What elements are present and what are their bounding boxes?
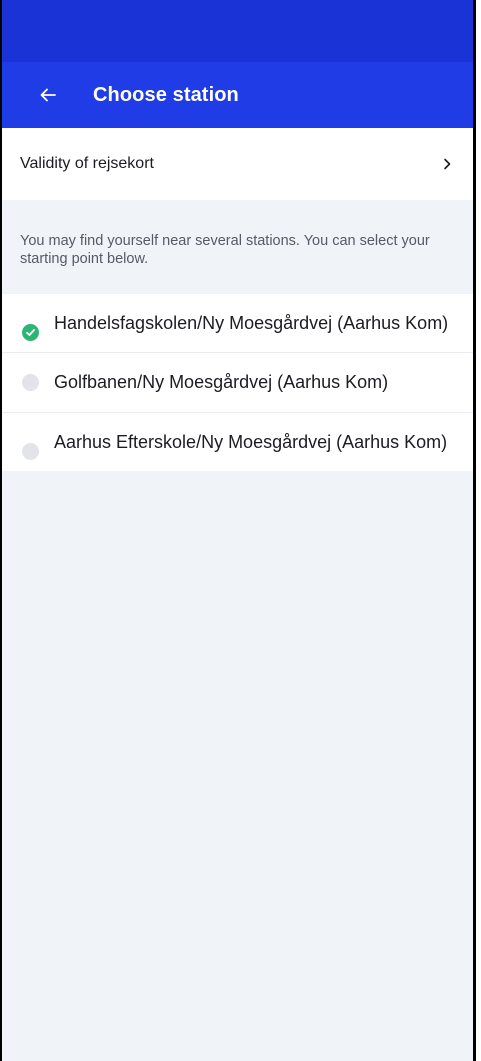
- station-name: Handelsfagskolen/Ny Moesgårdvej (Aarhus …: [54, 313, 449, 333]
- back-button[interactable]: [30, 77, 66, 113]
- validity-of-rejsekort-row[interactable]: Validity of rejsekort: [2, 128, 473, 200]
- radio-unselected-icon[interactable]: [22, 443, 39, 460]
- chevron-right-icon: [439, 156, 455, 172]
- station-list: Handelsfagskolen/Ny Moesgårdvej (Aarhus …: [2, 294, 473, 471]
- screen: Choose station Validity of rejsekort You…: [0, 0, 476, 1061]
- station-name: Aarhus Efterskole/Ny Moesgårdvej (Aarhus…: [54, 432, 448, 452]
- radio-unselected-icon[interactable]: [22, 374, 39, 391]
- info-text: You may find yourself near several stati…: [20, 233, 430, 267]
- page-title: Choose station: [93, 83, 239, 106]
- arrow-left-icon: [40, 88, 56, 102]
- app-bar: Choose station: [2, 62, 473, 128]
- radio-selected-icon[interactable]: [22, 324, 39, 341]
- station-item[interactable]: Aarhus Efterskole/Ny Moesgårdvej (Aarhus…: [2, 413, 473, 471]
- validity-label: Validity of rejsekort: [20, 155, 154, 172]
- station-item[interactable]: Handelsfagskolen/Ny Moesgårdvej (Aarhus …: [2, 294, 473, 353]
- status-bar: [2, 0, 473, 62]
- station-item[interactable]: Golfbanen/Ny Moesgårdvej (Aarhus Kom): [2, 353, 473, 413]
- station-name: Golfbanen/Ny Moesgårdvej (Aarhus Kom): [54, 372, 389, 392]
